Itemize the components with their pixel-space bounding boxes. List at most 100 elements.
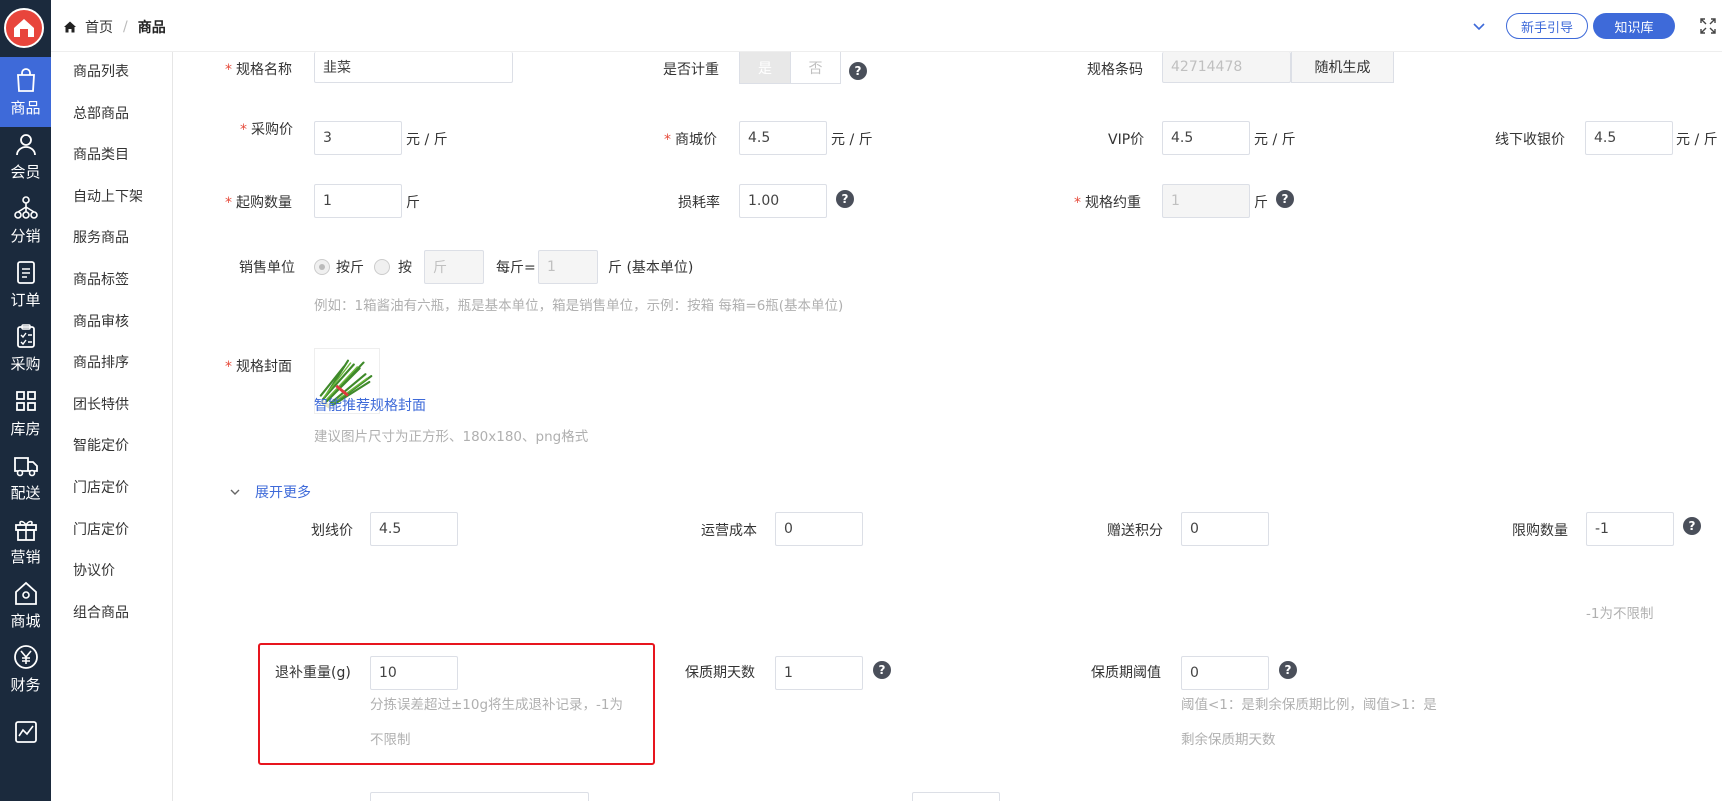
submenu-item[interactable]: 商品审核 xyxy=(51,302,172,344)
refund-weight-input[interactable]: 10 xyxy=(370,656,458,690)
mall-price-input[interactable]: 4.5 xyxy=(739,121,827,155)
submenu-item[interactable]: 商品排序 xyxy=(51,343,172,385)
spec-weight-label: * 规格约重 xyxy=(1074,195,1141,211)
nav-item-label: 配送 xyxy=(10,483,41,502)
weighing-yes-option[interactable]: 是 xyxy=(740,52,790,83)
nav-item-network[interactable]: 分销 xyxy=(0,185,51,255)
base-unit-label: 斤 (基本单位) xyxy=(608,260,694,276)
home-icon[interactable] xyxy=(63,20,77,34)
shelf-life-input[interactable]: 1 xyxy=(775,656,863,690)
breadcrumb-home[interactable]: 首页 xyxy=(85,17,113,37)
nav-item-label: 商品 xyxy=(10,98,41,117)
nav-item-grid[interactable]: 库房 xyxy=(0,378,51,448)
shelf-threshold-hint-2: 剩余保质期天数 xyxy=(1181,732,1276,748)
min-qty-input[interactable]: 1 xyxy=(314,184,402,218)
spec-name-label: * 规格名称 xyxy=(225,62,292,78)
nav-item-label: 商城 xyxy=(10,612,41,631)
nav-item-chart[interactable] xyxy=(0,699,51,769)
submenu-item[interactable]: 门店定价 xyxy=(51,510,172,552)
nav-item-clipboard[interactable]: 采购 xyxy=(0,314,51,384)
operating-cost-label: 运营成本 xyxy=(701,523,757,539)
recommend-cover-link[interactable]: 智能推荐规格封面 xyxy=(314,395,426,415)
purchase-price-label: * 采购价 xyxy=(240,122,293,138)
purchase-limit-input[interactable]: -1 xyxy=(1586,512,1674,546)
vip-price-input[interactable]: 4.5 xyxy=(1162,121,1250,155)
nav-item-store[interactable]: 商城 xyxy=(0,571,51,641)
nav-item-document[interactable]: 订单 xyxy=(0,250,51,320)
nav-item-yen[interactable]: 财务 xyxy=(0,635,51,705)
loss-rate-input[interactable]: 1.00 xyxy=(739,184,827,218)
barcode-label: 规格条码 xyxy=(1087,62,1143,78)
gift-points-label: 赠送积分 xyxy=(1107,523,1163,539)
spec-name-input[interactable]: 韭菜 xyxy=(314,52,513,83)
offline-price-label: 线下收银价 xyxy=(1495,132,1565,148)
submenu-item[interactable]: 服务商品 xyxy=(51,218,172,260)
purchase-limit-help-icon[interactable]: ? xyxy=(1683,517,1701,535)
submenu-item[interactable]: 总部商品 xyxy=(51,94,172,136)
offline-price-unit: 元 / 斤 xyxy=(1676,132,1718,148)
nav-item-label: 营销 xyxy=(10,547,41,566)
sale-unit-hint: 例如：1箱酱油有六瓶，瓶是基本单位，箱是销售单位，示例：按箱 每箱=6瓶(基本单… xyxy=(314,298,844,314)
breadcrumb-separator: / xyxy=(123,19,128,35)
app-logo[interactable] xyxy=(4,8,44,48)
operating-cost-input[interactable]: 0 xyxy=(775,512,863,546)
weighing-toggle: 是 否 xyxy=(739,52,841,84)
weighing-help-icon[interactable]: ? xyxy=(849,62,867,80)
refund-weight-label: 退补重量(g) xyxy=(275,665,351,681)
submenu-item[interactable]: 团长特供 xyxy=(51,385,172,427)
submenu-item[interactable]: 智能定价 xyxy=(51,426,172,468)
loss-rate-label: 损耗率 xyxy=(678,195,720,211)
partial-input-2[interactable] xyxy=(912,792,1000,801)
submenu-item[interactable]: 商品标签 xyxy=(51,260,172,302)
min-qty-label: * 起购数量 xyxy=(225,195,292,211)
shelf-life-help-icon[interactable]: ? xyxy=(873,661,891,679)
per-jin-label: 每斤= xyxy=(496,260,536,276)
nav-item-user[interactable]: 会员 xyxy=(0,121,51,191)
yen-icon xyxy=(13,645,38,670)
submenu-item[interactable]: 商品类目 xyxy=(51,135,172,177)
spec-weight-help-icon[interactable]: ? xyxy=(1276,190,1294,208)
nav-item-gift[interactable]: 营销 xyxy=(0,506,51,576)
beginner-guide-button[interactable]: 新手引导 xyxy=(1506,13,1588,39)
offline-price-input[interactable]: 4.5 xyxy=(1585,121,1673,155)
breadcrumb-current: 商品 xyxy=(137,20,166,36)
weighing-no-option[interactable]: 否 xyxy=(790,52,840,83)
shelf-life-label: 保质期天数 xyxy=(685,665,755,681)
submenu-item[interactable]: 门店定价 xyxy=(51,468,172,510)
product-submenu: 商品列表 总部商品 商品类目 自动上下架 服务商品 商品标签 商品审核 商品排序 团长特供 智能定… xyxy=(51,52,173,801)
submenu-item[interactable]: 商品列表 xyxy=(51,52,172,94)
submenu-item[interactable]: 协议价 xyxy=(51,551,172,593)
chevron-down-icon xyxy=(230,489,240,495)
knowledge-base-button[interactable]: 知识库 xyxy=(1593,13,1675,39)
sale-unit-option-custom[interactable]: 按 xyxy=(374,257,412,277)
truck-icon xyxy=(13,456,38,476)
refund-weight-hint-1: 分拣误差超过±10g将生成退补记录，-1为 xyxy=(370,697,624,713)
purchase-price-input[interactable]: 3 xyxy=(314,121,402,155)
main-nav-rail: 商品会员分销 订单 采购库房配送营销商城财务 xyxy=(0,0,51,801)
sale-unit-option-jin[interactable]: 按斤 xyxy=(314,257,364,277)
radio-unselected-icon xyxy=(374,259,390,275)
mall-price-label: * 商城价 xyxy=(664,132,717,148)
nav-item-bag[interactable]: 商品 xyxy=(0,57,51,127)
fullscreen-icon[interactable] xyxy=(1699,17,1717,35)
nav-item-label: 库房 xyxy=(10,419,41,438)
partial-input-1[interactable] xyxy=(370,792,589,801)
shelf-threshold-help-icon[interactable]: ? xyxy=(1279,661,1297,679)
gift-points-input[interactable]: 0 xyxy=(1181,512,1269,546)
random-barcode-button[interactable]: 随机生成 xyxy=(1291,52,1394,83)
chevron-down-icon[interactable] xyxy=(1471,18,1487,34)
nav-item-truck[interactable]: 配送 xyxy=(0,442,51,512)
submenu-item[interactable]: 自动上下架 xyxy=(51,177,172,219)
grid-icon xyxy=(15,390,36,411)
loss-rate-help-icon[interactable]: ? xyxy=(836,190,854,208)
vip-price-label: VIP价 xyxy=(1108,132,1145,148)
expand-more-toggle[interactable]: 展开更多 xyxy=(229,482,311,502)
spec-weight-input: 1 xyxy=(1162,184,1250,218)
cover-label: * 规格封面 xyxy=(225,359,292,375)
submenu-item[interactable]: 组合商品 xyxy=(51,593,172,635)
document-icon xyxy=(16,261,35,284)
bag-icon xyxy=(16,67,35,92)
strike-price-input[interactable]: 4.5 xyxy=(370,512,458,546)
nav-item-label: 会员 xyxy=(10,162,41,181)
shelf-threshold-input[interactable]: 0 xyxy=(1181,656,1269,690)
